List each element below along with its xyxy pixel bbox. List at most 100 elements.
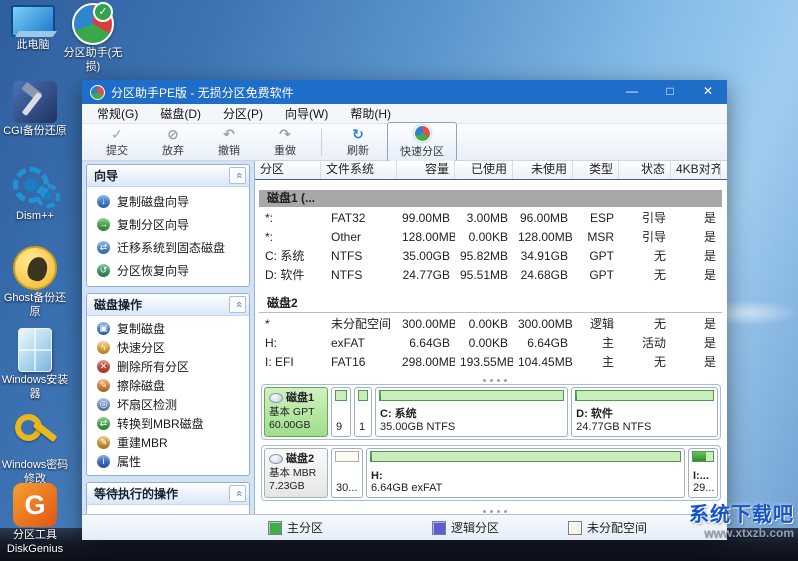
cell: 是	[671, 315, 721, 334]
menu-item-1[interactable]: 磁盘(D)	[149, 105, 212, 122]
toolbar-button-apply[interactable]: ✓提交	[90, 126, 144, 158]
close-button[interactable]: ✕	[689, 80, 727, 104]
convert-to-mbr-icon: ⇄	[97, 417, 110, 430]
diskgenius-icon: G	[13, 483, 57, 527]
cell: 是	[671, 209, 721, 228]
partition-block-c-system[interactable]: C: 系统35.00GB NTFS	[375, 387, 568, 437]
partition-block-unallocated[interactable]: 30...	[331, 448, 363, 498]
partition-row[interactable]: C: 系统NTFS35.00GB95.82MB34.91GBGPT无是	[255, 247, 727, 266]
bad-sector-test-icon: ◎	[97, 398, 110, 411]
menu-item-2[interactable]: 分区(P)	[212, 105, 274, 122]
column-header-2[interactable]: 容量	[397, 161, 455, 179]
desktop-icon-cgi-backup[interactable]: CGI备份还原	[0, 81, 70, 139]
toolbar-button-redo[interactable]: ↷重做	[258, 126, 312, 158]
legend-swatch	[432, 521, 446, 535]
sidebar-item-copy-disk-wizard[interactable]: ↓复制磁盘向导	[87, 190, 249, 213]
splitter-dots	[490, 510, 493, 513]
sidebar-item-copy-disk[interactable]: ▣复制磁盘	[87, 319, 249, 338]
splitter-dots	[490, 379, 493, 382]
usage-bar	[358, 390, 368, 401]
desktop-icon-this-pc[interactable]: 此电脑	[4, 3, 62, 53]
main-panel: 分区文件系统容量已使用未使用类型状态4KB对齐 磁盘1 (... *:FAT329…	[254, 161, 727, 514]
menu-bar: 常规(G)磁盘(D)分区(P)向导(W)帮助(H)	[82, 104, 727, 124]
disk-group-row[interactable]: 磁盘2	[259, 295, 722, 313]
legend: 主分区逻辑分区未分配空间	[268, 519, 647, 536]
collapse-chevron-icon[interactable]: «	[229, 167, 246, 184]
cell: 是	[671, 334, 721, 353]
partition-row[interactable]: D: 软件NTFS24.77GB95.51MB24.68GBGPT无是	[255, 266, 727, 285]
app-icon	[90, 85, 105, 100]
desktop-icon-diskgenius[interactable]: G分区工具DiskGenius	[0, 483, 70, 557]
partition-block-d-software[interactable]: D: 软件24.77GB NTFS	[571, 387, 718, 437]
disk-name-text: 磁盘2	[286, 452, 314, 467]
toolbar-button-quick-partition[interactable]: 快速分区	[387, 122, 457, 162]
sidebar-item-label: 复制磁盘向导	[117, 193, 189, 210]
column-header-6[interactable]: 状态	[619, 161, 671, 179]
sidebar-item-delete-all-partitions[interactable]: ✕删除所有分区	[87, 357, 249, 376]
usage-fill	[576, 391, 577, 400]
copy-disk-icon: ▣	[97, 322, 110, 335]
sidebar-item-wipe-disk[interactable]: ✎擦除磁盘	[87, 376, 249, 395]
toolbar-button-label: 重做	[258, 142, 312, 158]
column-header-4[interactable]: 未使用	[513, 161, 573, 179]
cell: Other	[321, 228, 397, 247]
usage-fill	[693, 452, 706, 461]
partition-row[interactable]: *:FAT3299.00MB3.00MB96.00MBESP引导是	[255, 209, 727, 228]
partition-block-esp[interactable]: 9	[331, 387, 351, 437]
partition-row[interactable]: *未分配空间300.00MB0.00KB300.00MB逻辑无是	[255, 315, 727, 334]
partition-row[interactable]: *:Other128.00MB0.00KB128.00MBMSR引导是	[255, 228, 727, 247]
collapse-chevron-icon[interactable]: «	[229, 296, 246, 313]
toolbar-button-undo[interactable]: ↶撤销	[202, 126, 256, 158]
cell: 是	[671, 228, 721, 247]
cell: 34.91GB	[513, 247, 573, 266]
menu-item-0[interactable]: 常规(G)	[86, 105, 149, 122]
sidebar: 向导«↓复制磁盘向导→复制分区向导⇄迁移系统到固态磁盘↺分区恢复向导磁盘操作«▣…	[82, 161, 254, 514]
desktop-icon-windows-password[interactable]: Windows密码修改	[0, 413, 70, 487]
legend-item-unallocated: 未分配空间	[568, 519, 647, 536]
desktop-icon-windows-installer[interactable]: Windows安装器	[0, 328, 70, 402]
sidebar-item-copy-partition-wizard[interactable]: →复制分区向导	[87, 213, 249, 236]
disk-label-1[interactable]: 磁盘1基本 GPT60.00GB	[264, 387, 328, 437]
sidebar-item-rebuild-mbr[interactable]: ✎重建MBR	[87, 433, 249, 452]
cell: 128.00MB	[397, 228, 455, 247]
column-header-7[interactable]: 4KB对齐	[671, 161, 721, 179]
menu-item-3[interactable]: 向导(W)	[274, 105, 339, 122]
column-header-0[interactable]: 分区	[255, 161, 321, 179]
sidebar-item-properties[interactable]: i属性	[87, 452, 249, 471]
partition-row[interactable]: I: EFIFAT16298.00MB193.55MB104.45MB主无是	[255, 353, 727, 372]
sidebar-item-label: 复制分区向导	[117, 216, 189, 233]
column-header-3[interactable]: 已使用	[455, 161, 513, 179]
redo-icon: ↷	[258, 126, 312, 142]
column-header-5[interactable]: 类型	[573, 161, 619, 179]
sidebar-item-migrate-os-to-ssd[interactable]: ⇄迁移系统到固态磁盘	[87, 236, 249, 259]
partition-block-i-efi[interactable]: I:...29...	[688, 448, 718, 498]
desktop-icon-ghost-backup[interactable]: Ghost备份还原	[0, 246, 70, 320]
collapse-chevron-icon[interactable]: «	[229, 485, 246, 502]
menu-item-4[interactable]: 帮助(H)	[339, 105, 402, 122]
sidebar-item-label: 转换到MBR磁盘	[117, 415, 204, 432]
cell: 3.00MB	[455, 209, 513, 228]
disk-scheme: 基本 MBR	[269, 467, 323, 481]
toolbar: ✓提交⊘放弃↶撤销↷重做 ↻刷新快速分区	[82, 124, 727, 161]
cell: *:	[255, 228, 321, 247]
desktop-icon-dism[interactable]: Dism++	[0, 164, 70, 224]
desktop-icon-partition-assistant[interactable]: 分区助手(无损)	[61, 3, 125, 75]
toolbar-button-discard[interactable]: ⊘放弃	[146, 126, 200, 158]
column-header-1[interactable]: 文件系统	[321, 161, 397, 179]
toolbar-button-refresh[interactable]: ↻刷新	[331, 126, 385, 158]
sidebar-item-partition-recovery-wizard[interactable]: ↺分区恢复向导	[87, 259, 249, 282]
partition-block-h-exfat[interactable]: H:6.64GB exFAT	[366, 448, 685, 498]
usage-bar	[692, 451, 714, 462]
sidebar-item-convert-to-mbr[interactable]: ⇄ 转换到MBR磁盘	[87, 414, 249, 433]
toolbar-button-label: 撤销	[202, 142, 256, 158]
disk-group-row[interactable]: 磁盘1 (...	[259, 190, 722, 207]
disk-label-2[interactable]: 磁盘2基本 MBR7.23GB	[264, 448, 328, 498]
maximize-button[interactable]: □	[651, 80, 689, 104]
partition-block-msr[interactable]: 1	[354, 387, 372, 437]
sidebar-item-bad-sector-test[interactable]: ◎坏扇区检测	[87, 395, 249, 414]
cell: FAT16	[321, 353, 397, 372]
toolbar-button-label: 放弃	[146, 142, 200, 158]
sidebar-item-quick-partition[interactable]: ϟ快速分区	[87, 338, 249, 357]
minimize-button[interactable]: —	[613, 80, 651, 104]
partition-row[interactable]: H:exFAT6.64GB0.00KB6.64GB主活动是	[255, 334, 727, 353]
